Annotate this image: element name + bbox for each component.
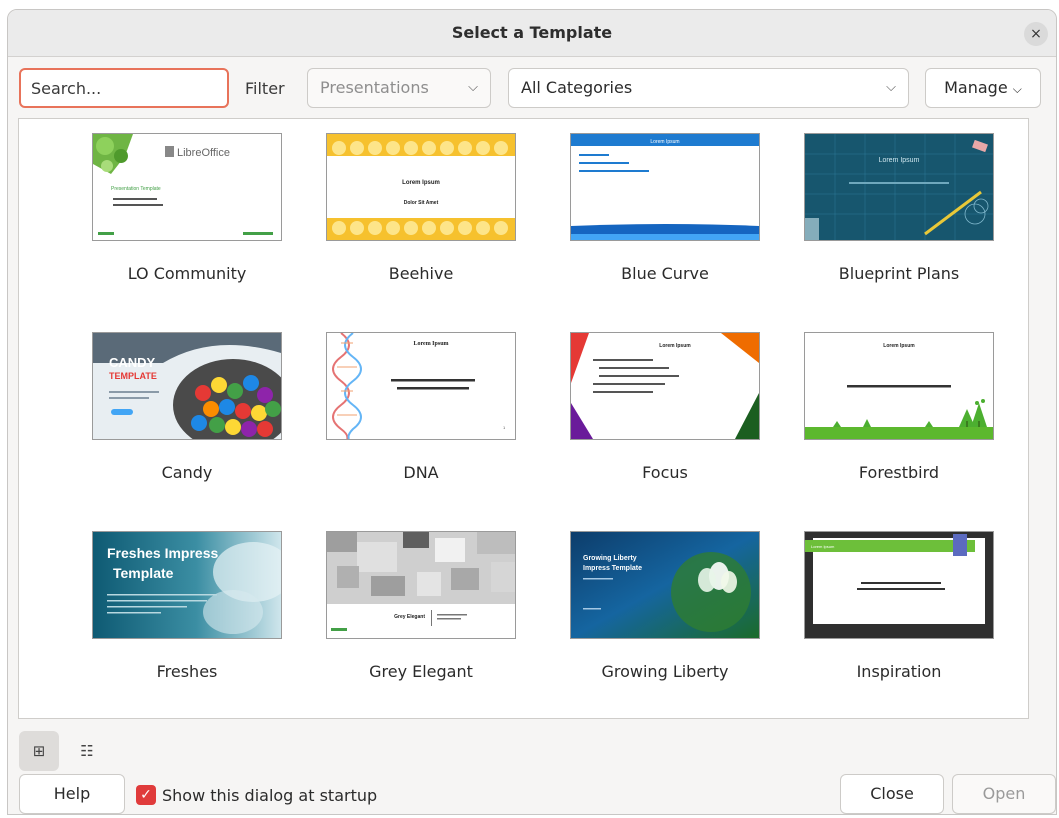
select-template-dialog: Select a Template × Filter Presentations…	[7, 9, 1057, 815]
forestbird-title: Lorem Ipsum	[883, 343, 915, 349]
template-item[interactable]: Freshes Impress Template Freshes	[76, 531, 296, 701]
template-item[interactable]: Lorem Ipsum 1 DNA	[310, 332, 530, 502]
forestbird-preview: Lorem Ipsum	[805, 333, 993, 439]
lo-community-preview: LibreOffice Presentation Template	[93, 134, 281, 240]
template-thumbnail: Lorem Ipsum	[804, 332, 994, 440]
manage-button[interactable]: Manage ⌵	[925, 68, 1041, 108]
template-thumbnail: Lorem Ipsum	[570, 332, 760, 440]
template-name: Inspiration	[856, 662, 942, 681]
blue-curve-preview: Lorem Ipsum	[571, 134, 759, 240]
beehive-preview: Lorem Ipsum Dolor Sit Amet	[327, 134, 515, 240]
template-thumbnail: Lorem Ipsum	[570, 133, 760, 241]
template-item[interactable]: Lorem Ipsum Inspiration	[788, 531, 1008, 701]
template-item[interactable]: CANDY TEMPLATE Candy	[76, 332, 296, 502]
chevron-down-icon: ⌵	[886, 80, 896, 95]
blueprint-title: Lorem Ipsum	[879, 157, 920, 164]
grey-elegant-preview: Grey Elegant	[327, 532, 515, 638]
beehive-subtitle: Dolor Sit Amet	[404, 200, 439, 206]
template-name: Candy	[161, 463, 213, 482]
grid-icon: ⊞	[32, 742, 46, 760]
blue-curve-title: Lorem Ipsum	[650, 139, 679, 145]
close-button[interactable]: Close	[840, 774, 944, 814]
template-name: Blue Curve	[621, 264, 709, 283]
template-thumbnail: Lorem Ipsum	[804, 531, 994, 639]
filter-label: Filter	[245, 79, 285, 98]
template-name: Forestbird	[858, 463, 940, 482]
focus-preview: Lorem Ipsum	[571, 333, 759, 439]
template-thumbnail: Freshes Impress Template	[92, 531, 282, 639]
template-thumbnail: Lorem Ipsum Dolor Sit Amet	[326, 133, 516, 241]
template-thumbnail: Growing Liberty Impress Template	[570, 531, 760, 639]
candy-subtitle: TEMPLATE	[109, 371, 157, 381]
inspiration-preview: Lorem Ipsum	[805, 532, 993, 638]
list-view-button[interactable]: ☷	[67, 731, 107, 771]
startup-checkbox[interactable]: ✓	[136, 785, 156, 805]
template-gallery: LibreOffice Presentation Template LO Com…	[18, 118, 1029, 719]
template-name: Growing Liberty	[601, 662, 729, 681]
template-name: Beehive	[388, 264, 454, 283]
freshes-title: Freshes Impress	[107, 545, 218, 561]
filter-application-value: Presentations	[320, 78, 429, 97]
template-item[interactable]: Lorem Ipsum Forestbird	[788, 332, 1008, 502]
growing-liberty-subtitle: Impress Template	[583, 565, 642, 572]
chevron-down-icon: ⌵	[1012, 82, 1022, 96]
template-thumbnail: LibreOffice Presentation Template	[92, 133, 282, 241]
category-value: All Categories	[521, 78, 633, 97]
template-name: Focus	[642, 463, 688, 482]
template-name: Blueprint Plans	[838, 264, 960, 283]
template-item[interactable]: Growing Liberty Impress Template Growing…	[554, 531, 774, 701]
filter-application-select: Presentations ⌵	[307, 68, 491, 108]
checkmark-icon: ✓	[140, 787, 152, 803]
template-item[interactable]: Lorem Ipsum Blueprint Plans	[788, 133, 1008, 303]
template-name: Grey Elegant	[369, 662, 473, 681]
template-item[interactable]: Lorem Ipsum Dolor Sit Amet Beehive	[310, 133, 530, 303]
template-name: DNA	[403, 463, 439, 482]
growing-liberty-title: Growing Liberty	[583, 555, 637, 562]
grey-elegant-title: Grey Elegant	[394, 614, 425, 620]
template-name: Freshes	[156, 662, 218, 681]
freshes-preview: Freshes Impress Template	[93, 532, 281, 638]
title-bar: Select a Template ×	[8, 10, 1056, 57]
template-item[interactable]: Grey Elegant Grey Elegant	[310, 531, 530, 701]
template-thumbnail: Lorem Ipsum	[804, 133, 994, 241]
candy-preview: CANDY TEMPLATE	[93, 333, 281, 439]
help-button[interactable]: Help	[19, 774, 125, 814]
template-thumbnail: Lorem Ipsum 1	[326, 332, 516, 440]
candy-title: CANDY	[109, 355, 156, 370]
growing-liberty-preview: Growing Liberty Impress Template	[571, 532, 759, 638]
blueprint-plans-preview: Lorem Ipsum	[805, 134, 993, 240]
lo-brand: LibreOffice	[177, 147, 230, 159]
template-item[interactable]: Lorem Ipsum Focus	[554, 332, 774, 502]
inspiration-title: Lorem Ipsum	[811, 544, 835, 549]
template-thumbnail: CANDY TEMPLATE	[92, 332, 282, 440]
manage-label: Manage	[944, 78, 1008, 97]
open-button: Open	[952, 774, 1056, 814]
dialog-title: Select a Template	[451, 23, 613, 42]
template-name: LO Community	[127, 264, 247, 283]
template-thumbnail: Grey Elegant	[326, 531, 516, 639]
dna-preview: Lorem Ipsum 1	[327, 333, 515, 439]
startup-checkbox-label[interactable]: Show this dialog at startup	[162, 786, 377, 805]
chevron-down-icon: ⌵	[468, 80, 478, 95]
lo-title: Presentation Template	[111, 186, 161, 192]
freshes-subtitle: Template	[113, 565, 174, 581]
close-icon[interactable]: ×	[1024, 22, 1048, 46]
dna-title: Lorem Ipsum	[413, 341, 448, 347]
list-icon: ☷	[80, 742, 94, 760]
category-select[interactable]: All Categories ⌵	[508, 68, 909, 108]
template-item[interactable]: Lorem Ipsum Blue Curve	[554, 133, 774, 303]
template-item[interactable]: LibreOffice Presentation Template LO Com…	[76, 133, 296, 303]
beehive-title: Lorem Ipsum	[402, 180, 440, 186]
thumbnail-view-button[interactable]: ⊞	[19, 731, 59, 771]
focus-title: Lorem Ipsum	[659, 343, 691, 349]
search-input[interactable]	[19, 68, 229, 108]
